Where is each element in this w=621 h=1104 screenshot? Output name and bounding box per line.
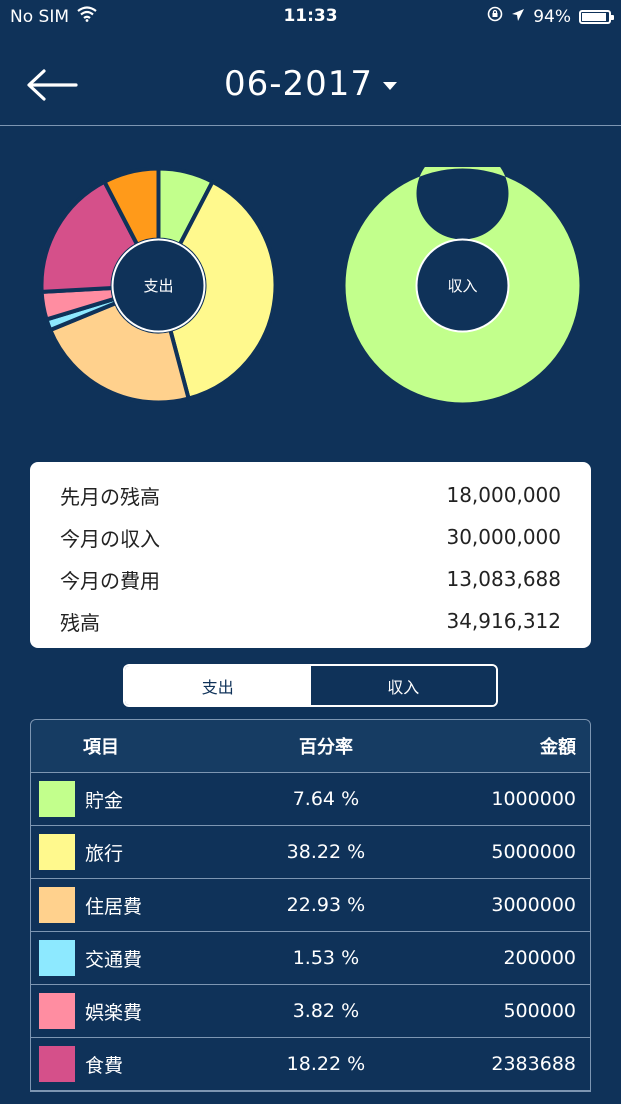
summary-label: 先月の残高 (60, 484, 160, 509)
row-amount: 3000000 (491, 894, 576, 916)
page-title: 06-2017 (223, 64, 374, 104)
type-segmented-control: 支出 収入 (123, 664, 498, 707)
summary-value: 13,083,688 (446, 567, 561, 591)
color-swatch (39, 781, 75, 817)
color-swatch (39, 1046, 75, 1082)
table-row[interactable]: 旅行 38.22 % 5000000 (31, 826, 590, 879)
table-row[interactable]: 交通費 1.53 % 200000 (31, 932, 590, 985)
summary-value: 34,916,312 (446, 609, 561, 633)
status-right: 94% (487, 6, 614, 27)
row-name: 交通費 (85, 948, 143, 971)
nav-bar: 06-2017 (0, 34, 621, 126)
header-percent: 百分率 (299, 737, 354, 758)
row-category: 貯金 (31, 781, 215, 817)
row-percent: 22.93 % (286, 894, 366, 916)
rotation-lock-icon (487, 6, 503, 27)
month-selector[interactable]: 06-2017 (0, 64, 621, 104)
segment-income-button[interactable]: 収入 (310, 666, 496, 705)
color-swatch (39, 940, 75, 976)
table-header: 項目 百分率 金額 (31, 720, 590, 773)
summary-label: 残高 (60, 610, 100, 635)
row-amount: 1000000 (491, 788, 576, 810)
header-item: 項目 (83, 737, 119, 758)
row-amount: 500000 (503, 1000, 576, 1022)
header-amount: 金額 (540, 737, 577, 758)
color-swatch (39, 993, 75, 1029)
battery-icon (579, 9, 614, 24)
battery-percent: 94% (533, 6, 571, 27)
row-percent: 18.22 % (286, 1053, 366, 1075)
row-amount: 200000 (503, 947, 576, 969)
row-name: 娯楽費 (85, 1001, 143, 1024)
income-chart-svg (345, 147, 580, 403)
table-row[interactable]: 食費 18.22 % 2383688 (31, 1038, 590, 1091)
income-donut-chart[interactable]: 収入 (344, 147, 581, 404)
row-percent: 1.53 % (292, 947, 360, 969)
row-category: 旅行 (31, 834, 215, 870)
row-percent: 3.82 % (292, 1000, 360, 1022)
row-name: 貯金 (85, 789, 124, 812)
table-row[interactable]: 住居費 22.93 % 3000000 (31, 879, 590, 932)
summary-row-expense: 今月の費用 13,083,688 (30, 558, 591, 600)
row-category: 住居費 (31, 887, 215, 923)
color-swatch (39, 834, 75, 870)
expense-chart-svg (39, 166, 278, 405)
segment-expense-button[interactable]: 支出 (125, 666, 311, 705)
row-percent: 38.22 % (286, 841, 366, 863)
summary-value: 18,000,000 (446, 483, 561, 507)
expense-donut-chart[interactable]: 支出 (39, 166, 278, 405)
color-swatch (39, 887, 75, 923)
row-amount: 2383688 (491, 1053, 576, 1075)
row-name: 旅行 (85, 842, 124, 865)
status-bar: No SIM 11:33 94% (0, 0, 621, 34)
summary-value: 30,000,000 (446, 525, 561, 549)
donut-hole (415, 238, 510, 333)
donut-hole (111, 238, 206, 333)
summary-label: 今月の収入 (60, 526, 160, 551)
summary-row-balance: 残高 34,916,312 (30, 600, 591, 642)
battery-level-fill (582, 12, 607, 21)
summary-row-previous-balance: 先月の残高 18,000,000 (30, 474, 591, 516)
row-category: 交通費 (31, 940, 215, 976)
category-table: 項目 百分率 金額 貯金 7.64 % 1000000 旅行 38.22 % 5… (30, 719, 591, 1092)
row-amount: 5000000 (491, 841, 576, 863)
row-name: 住居費 (85, 895, 143, 918)
row-category: 食費 (31, 1046, 215, 1082)
row-percent: 7.64 % (292, 788, 360, 810)
row-name: 食費 (85, 1054, 124, 1077)
row-category: 娯楽費 (31, 993, 215, 1029)
caret-down-icon (383, 81, 398, 90)
summary-label: 今月の費用 (60, 568, 160, 593)
location-icon (511, 7, 525, 27)
summary-row-income: 今月の収入 30,000,000 (30, 516, 591, 558)
summary-card: 先月の残高 18,000,000 今月の収入 30,000,000 今月の費用 … (30, 462, 591, 648)
table-row[interactable]: 貯金 7.64 % 1000000 (31, 773, 590, 826)
table-row[interactable]: 娯楽費 3.82 % 500000 (31, 985, 590, 1038)
